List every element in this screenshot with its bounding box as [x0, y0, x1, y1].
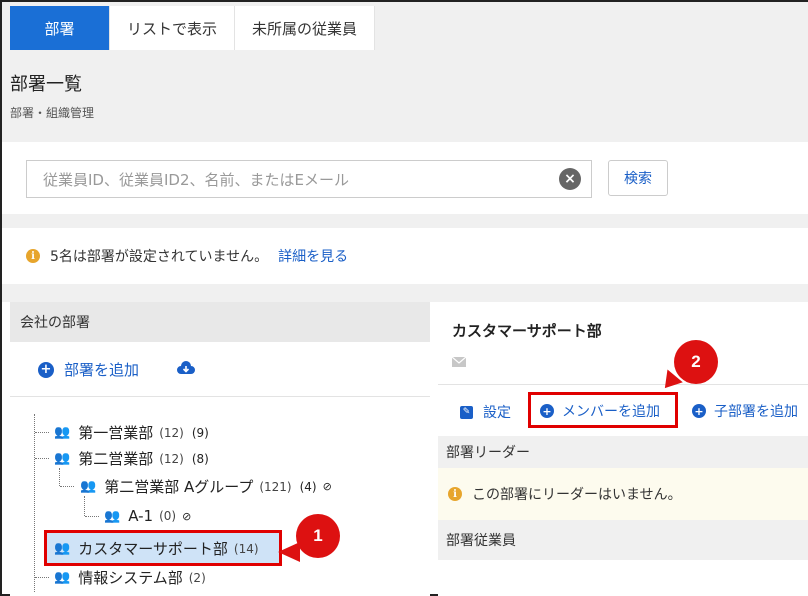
callout-badge-1: 1: [296, 514, 340, 558]
tree-line: [34, 414, 35, 592]
plus-circle-icon: +: [38, 361, 54, 378]
department-name: 第一営業部: [78, 424, 154, 442]
divider: [438, 384, 808, 385]
info-icon: i: [26, 249, 40, 263]
cloud-download-icon[interactable]: [176, 360, 196, 374]
settings-label: 設定: [483, 405, 511, 421]
tree-item-sales-2[interactable]: 👥 第二営業部 (12) (8): [54, 448, 209, 469]
plus-circle-icon: +: [692, 404, 706, 418]
department-title: カスタマーサポート部: [452, 322, 602, 340]
divider-band: [2, 214, 808, 228]
left-panel-header: 会社の部署: [10, 302, 430, 342]
department-name: 第二営業部: [78, 450, 154, 468]
leader-section-header: 部署リーダー: [438, 436, 808, 468]
people-icon: 👥: [54, 570, 71, 585]
tree-line: [35, 458, 49, 459]
clear-icon[interactable]: ×: [559, 168, 581, 190]
tab-departments[interactable]: 部署: [10, 6, 110, 50]
add-child-label: 子部署を追加: [714, 404, 798, 420]
people-icon: 👥: [54, 451, 71, 466]
member-count: (121): [259, 479, 292, 494]
sub-count: (8): [191, 451, 209, 466]
search-button[interactable]: 検索: [608, 160, 668, 196]
sub-count: (9): [191, 425, 209, 440]
people-icon: 👥: [54, 425, 71, 440]
tree-item-a1[interactable]: 👥 A-1 (0) ⊘: [104, 507, 191, 525]
settings-button[interactable]: ✎ 設定: [460, 402, 511, 422]
hidden-eye-icon: ⊘: [182, 509, 192, 523]
tab-list-view[interactable]: リストで表示: [110, 6, 235, 50]
tree-line: [35, 577, 49, 578]
tree-line: [35, 432, 49, 433]
add-department-button[interactable]: + 部署を追加: [38, 359, 139, 380]
leader-notice-text: この部署にリーダーはいません。: [472, 487, 682, 503]
department-name: A-1: [128, 507, 154, 525]
callout-badge-2: 2: [674, 340, 718, 384]
leader-notice: i この部署にリーダーはいません。: [438, 468, 808, 520]
tree-item-sales-1[interactable]: 👥 第一営業部 (12) (9): [54, 422, 209, 443]
notice-text: 5名は部署が設定されていません。: [50, 249, 269, 265]
info-icon: i: [448, 487, 462, 501]
tab-unassigned-employees[interactable]: 未所属の従業員: [235, 6, 375, 50]
tree-line: [85, 516, 99, 517]
tree-line: [60, 486, 74, 487]
window-frame: 部署 リストで表示 未所属の従業員 部署一覧 部署・組織管理 従業員ID、従業員…: [0, 0, 808, 596]
divider: [10, 396, 430, 397]
page-subtitle: 部署・組織管理: [10, 106, 95, 120]
add-department-label: 部署を追加: [64, 361, 140, 379]
hidden-eye-icon: ⊘: [322, 480, 332, 493]
member-count: (12): [159, 451, 184, 466]
member-count: (12): [159, 425, 184, 440]
people-icon: 👥: [80, 479, 97, 494]
unassigned-notice: i 5名は部署が設定されていません。 詳細を見る: [10, 228, 808, 284]
tree-line: [59, 468, 60, 486]
divider-band-2: [2, 284, 808, 302]
search-input[interactable]: 従業員ID、従業員ID2、名前、またはEメール: [26, 160, 592, 198]
add-child-department-button[interactable]: + 子部署を追加: [692, 401, 798, 421]
department-name: 第二営業部 Aグループ: [104, 478, 254, 496]
edit-icon: ✎: [460, 405, 473, 419]
mail-icon: [451, 352, 467, 367]
department-name: 情報システム部: [78, 569, 183, 587]
members-section-header: 部署従業員: [438, 520, 808, 560]
tree-line: [84, 496, 85, 516]
details-link[interactable]: 詳細を見る: [278, 246, 348, 266]
sub-count: (4): [299, 479, 317, 494]
tree-item-it[interactable]: 👥 情報システム部 (2): [54, 567, 206, 588]
callout-pointer: [278, 542, 300, 562]
member-count: (2): [188, 570, 206, 585]
page-title: 部署一覧: [10, 74, 82, 95]
member-count: (0): [159, 509, 177, 523]
highlight-box-2: [528, 392, 678, 428]
highlight-box-1: [44, 530, 282, 566]
page-header: 部署一覧 部署・組織管理: [2, 50, 808, 142]
people-icon: 👥: [104, 508, 121, 524]
tree-item-sales-2-group-a[interactable]: 👥 第二営業部 Aグループ (121) (4) ⊘: [80, 476, 332, 497]
